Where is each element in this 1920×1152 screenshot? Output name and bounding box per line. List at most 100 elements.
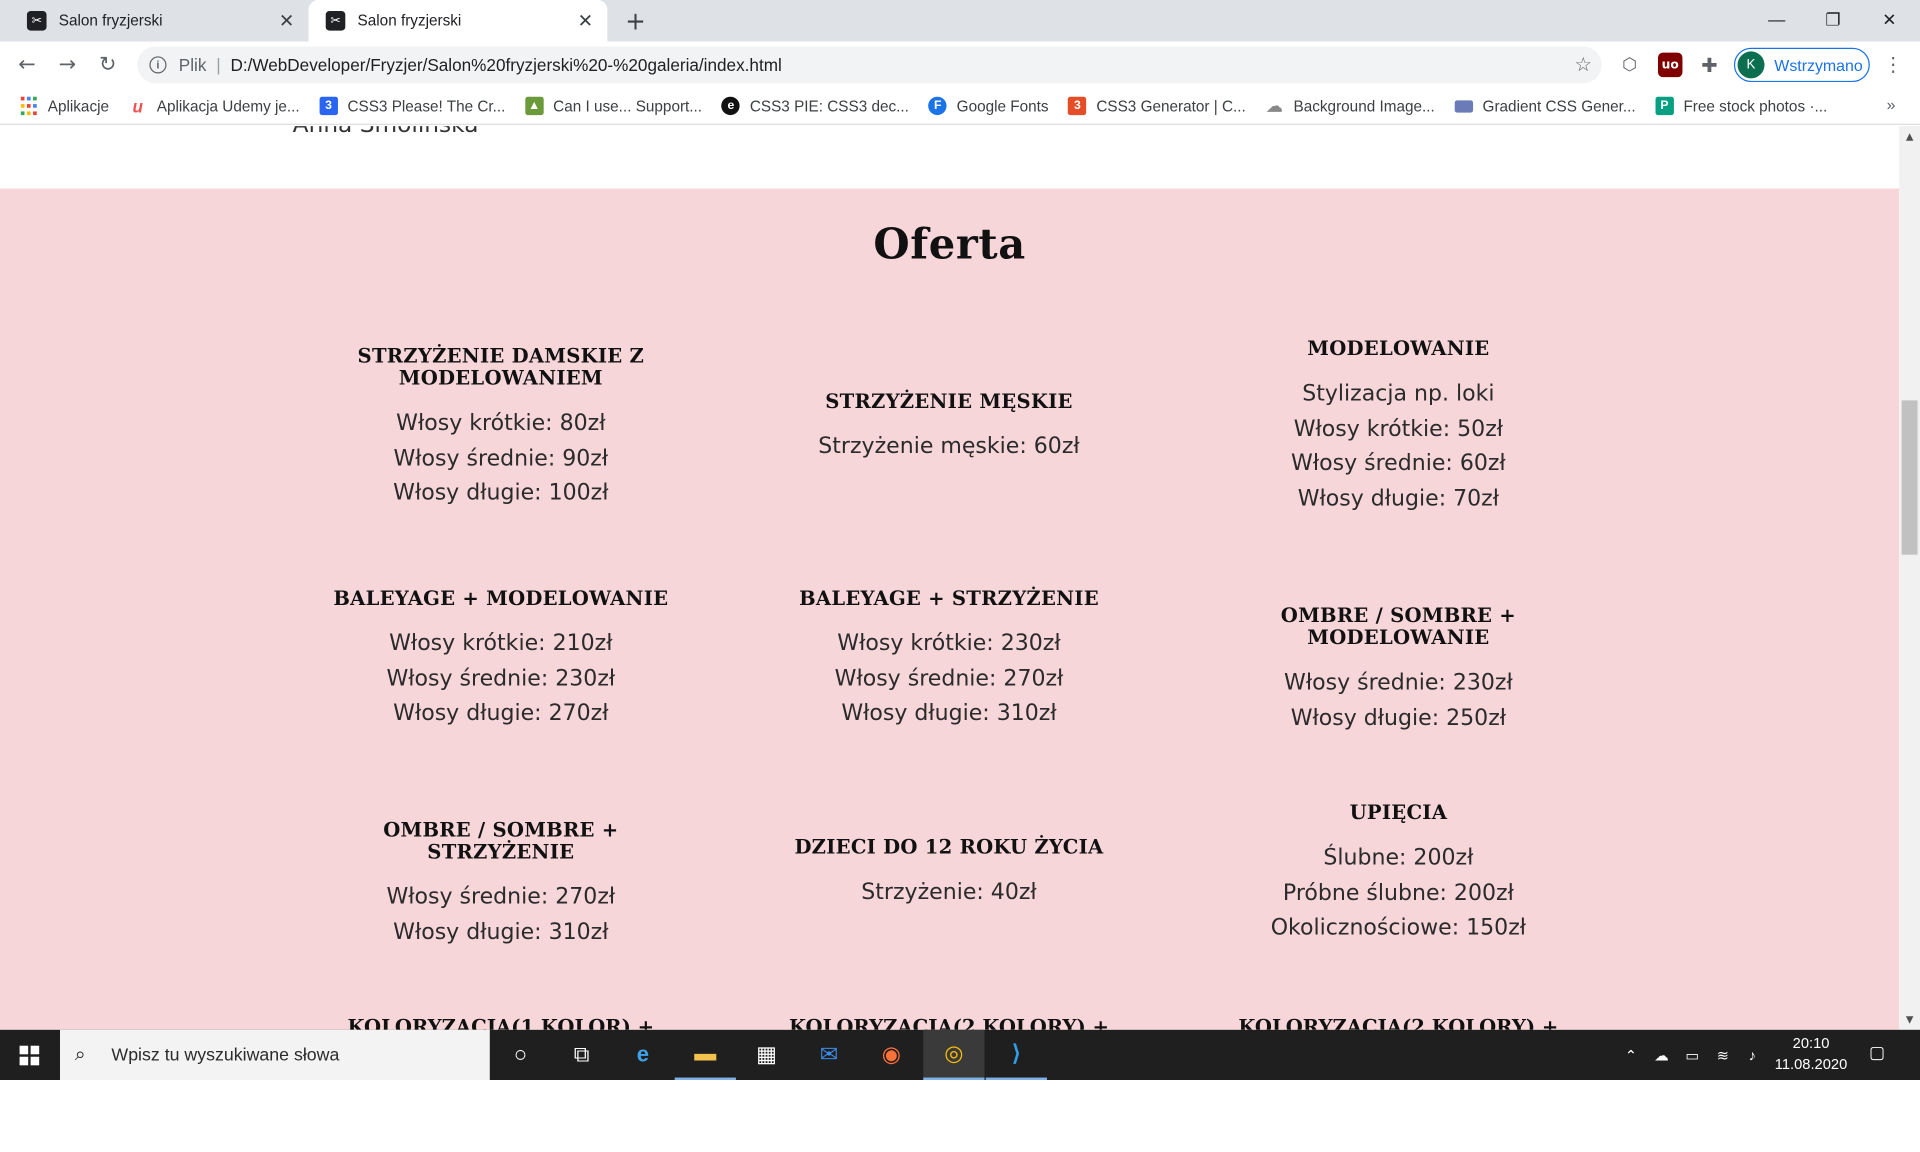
taskbar-search[interactable]: ⌕ Wpisz tu wyszukiwane słowa: [60, 1029, 490, 1081]
ublock-icon[interactable]: uo: [1657, 52, 1683, 78]
page-scrollbar[interactable]: ▲ ▼: [1899, 126, 1920, 1030]
clock-date: 11.08.2020: [1774, 1055, 1848, 1073]
service-price: Stylizacja np. loki: [1302, 380, 1495, 407]
scissors-icon: ✂: [26, 11, 47, 31]
service-price: Próbne ślubne: 200zł: [1282, 880, 1514, 906]
service-card: Dzieci do 12 roku życia Strzyżenie: 40zł: [747, 836, 1151, 910]
forward-button[interactable]: →: [50, 48, 84, 82]
caniuse-icon: ▲: [525, 96, 544, 116]
screen: ✂ Salon fryzjerski ✕ ✂ Salon fryzjerski …: [0, 0, 1920, 1152]
avatar: K: [1737, 51, 1765, 79]
edge-icon[interactable]: e: [612, 1030, 673, 1080]
service-price: Włosy średnie: 270zł: [834, 665, 1064, 692]
vscode-icon[interactable]: ⟩: [985, 1030, 1047, 1081]
page-viewport: Anna Smolińska Oferta Strzyżenie damskie…: [0, 126, 1900, 1030]
url-scheme: Plik: [178, 55, 207, 75]
bookmark-stock-photos[interactable]: P Free stock photos ·...: [1655, 96, 1827, 116]
address-bar[interactable]: i Plik | D:/WebDeveloper/Fryzjer/Salon%2…: [137, 46, 1602, 84]
service-price: Włosy długie: 70zł: [1297, 486, 1500, 512]
start-button[interactable]: [0, 1030, 59, 1080]
close-tab-icon[interactable]: ✕: [573, 9, 597, 33]
service-price: Strzyżenie: 40zł: [861, 879, 1037, 905]
clock-time: 20:10: [1792, 1034, 1830, 1052]
extension-cube-icon[interactable]: ⬡: [1618, 53, 1642, 77]
maximize-button[interactable]: ❐: [1805, 0, 1861, 39]
battery-icon[interactable]: ▭: [1679, 1030, 1706, 1080]
minimize-button[interactable]: —: [1749, 0, 1805, 39]
bookmark-label: Aplikacja Udemy je...: [156, 97, 300, 115]
firefox-icon[interactable]: ◉: [861, 1030, 922, 1080]
scrollbar-thumb[interactable]: [1901, 400, 1918, 555]
service-price: Okolicznościowe: 150zł: [1270, 915, 1527, 941]
bookmark-label: Can I use... Support...: [553, 97, 703, 115]
service-title: Strzyżenie męskie: [825, 389, 1073, 413]
scroll-up-icon[interactable]: ▲: [1899, 126, 1920, 147]
tray-chevron-icon[interactable]: ⌃: [1619, 1030, 1643, 1080]
url-text[interactable]: D:/WebDeveloper/Fryzjer/Salon%20fryzjers…: [230, 55, 1564, 75]
mail-icon[interactable]: ✉: [798, 1030, 859, 1080]
bookmark-google-fonts[interactable]: F Google Fonts: [928, 96, 1049, 116]
offer-title: Oferta: [873, 220, 1026, 270]
service-price: Włosy długie: 100zł: [393, 480, 609, 507]
new-tab-button[interactable]: +: [622, 6, 649, 35]
service-title: Koloryzacja(2 kolory) +: [788, 1015, 1109, 1030]
service-card: Baleyage + strzyżenie Włosy krótkie: 230…: [747, 586, 1151, 733]
bookmark-css3pie[interactable]: e CSS3 PIE: CSS3 dec...: [721, 96, 909, 116]
scissors-icon: ✂: [325, 11, 346, 31]
tab-salon-2[interactable]: ✂ Salon fryzjerski ✕: [308, 0, 608, 42]
bookmark-udemy[interactable]: u Aplikacja Udemy je...: [129, 96, 300, 116]
volume-icon[interactable]: ♪: [1739, 1030, 1766, 1080]
service-price: Włosy długie: 310zł: [841, 700, 1057, 727]
close-tab-icon[interactable]: ✕: [274, 9, 298, 33]
service-title: Baleyage + strzyżenie: [799, 586, 1099, 610]
profile-button[interactable]: K Wstrzymano: [1733, 47, 1870, 83]
bookmark-background-image[interactable]: ☁ Background Image...: [1265, 96, 1435, 115]
bookmark-css3-generator[interactable]: 3 CSS3 Generator | C...: [1068, 96, 1246, 116]
taskbar-clock[interactable]: 20:10 11.08.2020: [1768, 1033, 1854, 1075]
bookmark-label: Google Fonts: [956, 97, 1049, 115]
service-price: Włosy krótkie: 50zł: [1293, 415, 1504, 442]
service-title: Upięcia: [1349, 800, 1448, 825]
service-price: Ślubne: 200zł: [1323, 844, 1474, 871]
service-title: Dzieci do 12 roku życia: [794, 835, 1104, 859]
tab-title: Salon fryzjerski: [357, 12, 462, 30]
bookmark-star-icon[interactable]: ☆: [1565, 53, 1602, 77]
reload-button[interactable]: ↻: [91, 48, 125, 82]
apps-grid-icon: [20, 97, 38, 115]
service-title: Koloryzacja(2 kolory) +: [1238, 1015, 1559, 1030]
back-button[interactable]: ←: [10, 48, 44, 82]
task-view-icon[interactable]: ⧉: [551, 1030, 612, 1080]
chrome-icon[interactable]: ◎: [923, 1029, 985, 1081]
bookmarks-bar: Aplikacje u Aplikacja Udemy je... 3 CSS3…: [0, 88, 1920, 125]
service-card: Strzyżenie męskie Strzyżenie męskie: 60z…: [747, 389, 1151, 465]
service-price: Włosy średnie: 90zł: [393, 445, 609, 472]
service-card: Ombre / sombre + modelowanie Włosy średn…: [1196, 604, 1600, 737]
bookmark-label: Background Image...: [1293, 97, 1435, 115]
notifications-icon[interactable]: ▢: [1864, 1042, 1891, 1066]
bookmark-label: Aplikacje: [47, 97, 110, 115]
wifi-icon[interactable]: ≋: [1709, 1030, 1736, 1080]
scroll-down-icon[interactable]: ▼: [1899, 1009, 1920, 1030]
info-icon[interactable]: i: [149, 56, 167, 74]
windows-taskbar: ⌕ Wpisz tu wyszukiwane słowa ○ ⧉ e ▬ ▦ ✉…: [0, 1029, 1920, 1081]
tab-salon-1[interactable]: ✂ Salon fryzjerski ✕: [10, 0, 309, 42]
more-bookmarks-icon[interactable]: »: [1887, 96, 1896, 114]
close-window-button[interactable]: ✕: [1861, 0, 1917, 39]
browser-menu-icon[interactable]: ⋮: [1883, 53, 1903, 77]
bookmark-aplikacje[interactable]: Aplikacje: [20, 97, 109, 115]
store-icon[interactable]: ▦: [736, 1030, 797, 1080]
service-title: Modelowanie: [1307, 336, 1490, 361]
extensions-puzzle-icon[interactable]: ✚: [1697, 53, 1721, 77]
bookmark-caniuse[interactable]: ▲ Can I use... Support...: [525, 96, 703, 116]
cortana-icon[interactable]: ○: [490, 1030, 551, 1080]
bookmark-css3-please[interactable]: 3 CSS3 Please! The Cr...: [319, 96, 505, 116]
service-card: Koloryzacja(2 kolory) +: [747, 1015, 1151, 1030]
file-explorer-icon[interactable]: ▬: [674, 1030, 736, 1081]
bookmark-label: CSS3 Generator | C...: [1096, 97, 1246, 115]
google-fonts-icon: F: [928, 96, 947, 116]
css3-generator-icon: 3: [1068, 96, 1087, 116]
onedrive-icon[interactable]: ☁: [1648, 1030, 1675, 1080]
bookmark-gradient[interactable]: Gradient CSS Gener...: [1454, 97, 1636, 114]
service-price: Włosy krótkie: 230zł: [837, 630, 1061, 657]
service-title: Ombre / sombre + strzyżenie: [383, 817, 619, 864]
